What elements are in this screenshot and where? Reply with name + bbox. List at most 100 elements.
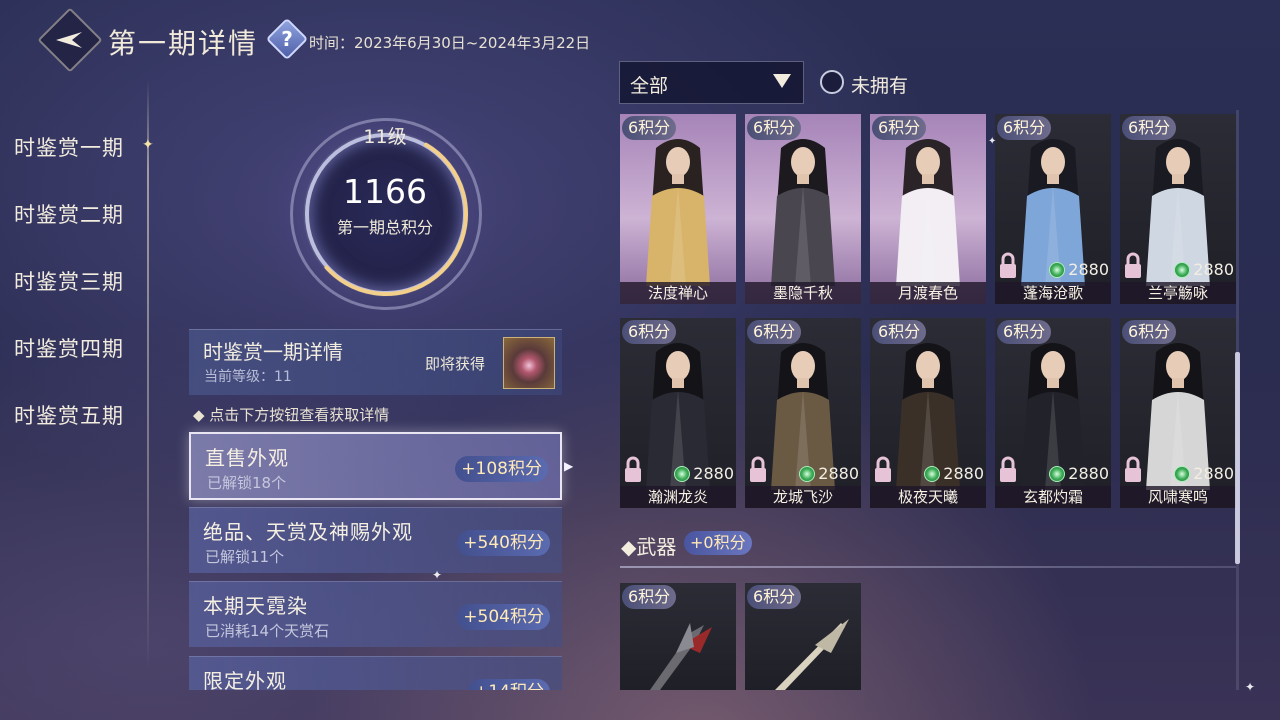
level-label: 11级 (363, 126, 407, 148)
item-name: 蓬海沧歌 (995, 282, 1111, 304)
lock-icon (1125, 456, 1141, 482)
item-name: 龙城飞沙 (745, 486, 861, 508)
character-figure (771, 139, 835, 286)
category-points: +504积分 (457, 604, 550, 630)
item-name: 月渡春色 (870, 282, 986, 304)
item-points-badge: 6积分 (1122, 116, 1177, 140)
jade-currency-icon (1174, 262, 1191, 278)
category-points: +108积分 (455, 456, 548, 482)
item-name: 瀚渊龙炎 (620, 486, 736, 508)
category-subtitle: 已消耗14个天赏石 (205, 622, 330, 640)
page-title: 第一期详情 (108, 27, 259, 60)
item-points-badge: 6积分 (747, 320, 802, 344)
jade-currency-icon (1174, 466, 1191, 482)
category-dye[interactable]: 本期天霓染 已消耗14个天赏石 +504积分 (189, 581, 562, 647)
filter-selected-value: 全部 (630, 75, 669, 97)
weapon-item[interactable]: 6积分 (620, 583, 736, 690)
item-name: 玄都灼霜 (995, 486, 1111, 508)
appearance-item[interactable]: 6积分 2880 玄都灼霜 (995, 318, 1111, 508)
appearance-item[interactable]: 6积分 2880 瀚渊龙炎 (620, 318, 736, 508)
period-detail-title: 时鉴赏一期详情 (203, 340, 343, 364)
category-selected-arrow-icon: ▶ (564, 459, 574, 473)
item-price-value: 2880 (1068, 464, 1109, 483)
jade-currency-icon (924, 466, 941, 482)
nav-item-period-3[interactable]: 时鉴赏三期 (14, 266, 124, 296)
category-title: 本期天霓染 (203, 594, 308, 618)
total-score: 1166 (343, 172, 427, 211)
scrollbar-thumb[interactable] (1235, 352, 1240, 564)
category-title: 直售外观 (205, 446, 289, 470)
total-score-caption: 第一期总积分 (336, 218, 433, 237)
lock-icon (1000, 252, 1016, 278)
category-points: +14积分 (468, 679, 550, 690)
unowned-toggle[interactable] (820, 70, 844, 94)
lock-icon (625, 456, 641, 482)
item-price: 2880 (1049, 260, 1109, 280)
character-figure (896, 139, 960, 286)
nav-item-period-1[interactable]: 时鉴赏一期 (14, 132, 124, 162)
item-points-badge: 6积分 (747, 116, 802, 140)
upcoming-reward-thumbnail[interactable] (503, 337, 555, 389)
category-title: 限定外观 (203, 669, 287, 690)
weapon-section-title: ◆武器 (621, 535, 677, 559)
lock-icon (875, 456, 891, 482)
sparkle-icon: ✦ (1245, 680, 1256, 694)
appearance-item[interactable]: 6积分 2880 蓬海沧歌 (995, 114, 1111, 304)
weapon-section-divider (620, 566, 1236, 568)
item-name: 墨隐千秋 (745, 282, 861, 304)
item-price: 2880 (674, 464, 734, 484)
weapon-item[interactable]: 6积分 (745, 583, 861, 690)
back-arrow-icon (56, 32, 82, 48)
nav-item-period-2[interactable]: 时鉴赏二期 (14, 199, 124, 229)
appearance-item[interactable]: 6积分墨隐千秋 (745, 114, 861, 304)
unowned-toggle-label: 未拥有 (851, 75, 909, 97)
jade-currency-icon (674, 466, 691, 482)
lock-icon (750, 456, 766, 482)
category-title: 绝品、天赏及神赐外观 (203, 520, 413, 544)
upcoming-reward-label: 即将获得 (425, 355, 486, 373)
jade-currency-icon (799, 466, 816, 482)
item-name: 极夜天曦 (870, 486, 986, 508)
category-direct-sale[interactable]: 直售外观 已解锁18个 +108积分 (189, 432, 562, 500)
jade-currency-icon (1049, 466, 1066, 482)
weapon-section-points: +0积分 (684, 531, 752, 555)
item-price: 2880 (1174, 260, 1234, 280)
item-points-badge: 6积分 (747, 585, 802, 609)
appearance-item[interactable]: 6积分 2880 风啸寒鸣 (1120, 318, 1236, 508)
category-subtitle: 已解锁18个 (207, 474, 287, 492)
item-name: 兰亭觞咏 (1120, 282, 1236, 304)
item-price: 2880 (924, 464, 984, 484)
sparkle-icon: ✦ (988, 136, 997, 147)
item-price-value: 2880 (693, 464, 734, 483)
item-price-value: 2880 (1193, 464, 1234, 483)
item-points-badge: 6积分 (622, 116, 677, 140)
appearance-item[interactable]: 6积分 2880 兰亭觞咏 (1120, 114, 1236, 304)
appearance-item[interactable]: 6积分 2880 龙城飞沙 (745, 318, 861, 508)
jade-currency-icon (1049, 262, 1066, 278)
item-name: 风啸寒鸣 (1120, 486, 1236, 508)
appearance-item[interactable]: 6积分 月渡春色 (870, 114, 986, 304)
nav-item-period-5[interactable]: 时鉴赏五期 (14, 400, 124, 430)
nav-active-indicator-icon: ✦ (142, 137, 154, 153)
category-points: +540积分 (457, 530, 550, 556)
nav-item-period-4[interactable]: 时鉴赏四期 (14, 333, 124, 363)
current-level: 当前等级：11 (204, 369, 292, 385)
sparkle-icon: ✦ (432, 568, 443, 582)
item-points-badge: 6积分 (1122, 320, 1177, 344)
item-points-badge: 6积分 (997, 116, 1052, 140)
chevron-down-icon (773, 74, 791, 88)
item-price-value: 2880 (818, 464, 859, 483)
character-figure (646, 139, 710, 286)
item-name: 法度禅心 (620, 282, 736, 304)
lock-icon (1000, 456, 1016, 482)
item-price-value: 2880 (1068, 260, 1109, 279)
appearance-item[interactable]: 6积分 2880 极夜天曦 (870, 318, 986, 508)
item-price: 2880 (1174, 464, 1234, 484)
lock-icon (1125, 252, 1141, 278)
item-points-badge: 6积分 (622, 585, 677, 609)
hint-text: ◆ 点击下方按钮查看获取详情 (193, 406, 390, 424)
appearance-item[interactable]: 6积分法度禅心 (620, 114, 736, 304)
category-premium-appearance[interactable]: 绝品、天赏及神赐外观 已解锁11个 +540积分 (189, 507, 562, 573)
category-limited[interactable]: 限定外观 +14积分 (189, 656, 562, 690)
item-points-badge: 6积分 (872, 320, 927, 344)
